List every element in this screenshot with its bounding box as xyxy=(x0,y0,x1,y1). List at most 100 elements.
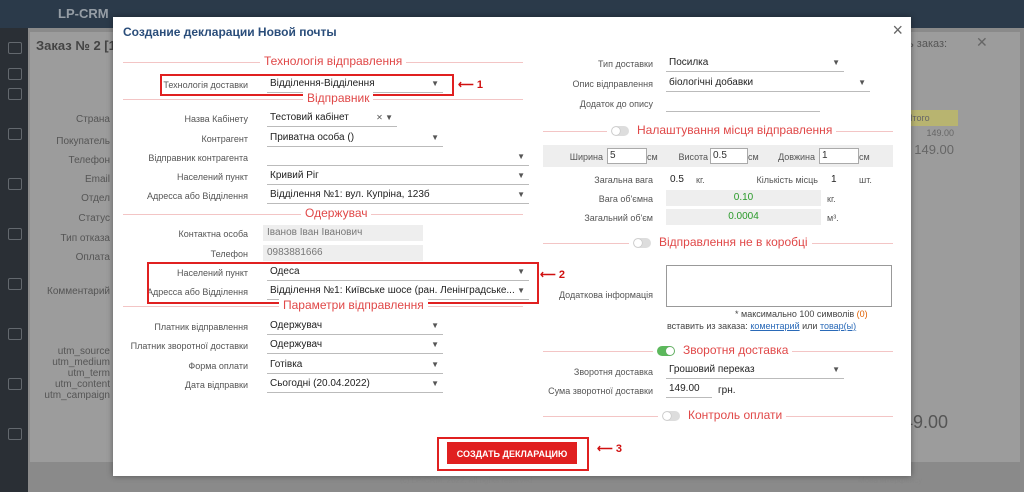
insert-goods-link[interactable]: товар(ы) xyxy=(820,321,856,331)
menu-icon[interactable] xyxy=(8,378,22,390)
bg-label: utm_campaign xyxy=(44,390,110,401)
pay-form-label: Форма оплати xyxy=(188,361,248,371)
max-note: * максимально 100 символів (0) xyxy=(735,309,868,319)
sender-city-select[interactable]: Кривий Ріг ▼ xyxy=(267,169,529,185)
cod-sum-label: Сума зворотної доставки xyxy=(548,386,653,396)
close-icon[interactable]: × xyxy=(892,20,903,41)
arrow-annotation-3: ⟵ 3 xyxy=(597,443,622,455)
sender-branch-label: Адресса або Відділення xyxy=(146,191,248,201)
pay-form-select[interactable]: Готівка ▼ xyxy=(267,358,443,374)
cabinet-select[interactable]: Тестовий кабінет ✕ ▼ xyxy=(267,111,397,127)
section-title-recipient: Одержувач xyxy=(301,206,372,220)
type-select[interactable]: Посилка ▼ xyxy=(666,56,844,72)
info-label: Додаткова інформація xyxy=(558,290,653,300)
return-payer-select[interactable]: Одержувач ▼ xyxy=(267,338,443,354)
app-sidebar xyxy=(0,28,28,492)
bg-label: Страна xyxy=(75,114,110,125)
modal-header: Создание декларации Новой почты × xyxy=(113,17,911,47)
length-label: Довжина xyxy=(778,152,815,162)
create-declaration-button[interactable]: СОЗДАТЬ ДЕКЛАРАЦИЮ xyxy=(447,442,577,464)
chevron-down-icon: ▼ xyxy=(858,78,866,87)
length-input[interactable]: 1 xyxy=(819,148,859,164)
language-switch[interactable]: Мова інтерфейсу xyxy=(858,476,922,485)
contact-field: Іванов Іван Іванович xyxy=(263,225,423,241)
phone-label: Телефон xyxy=(210,249,248,259)
menu-icon[interactable] xyxy=(8,68,22,80)
section-title-params: Параметри відправлення xyxy=(279,298,428,312)
bg-label: Комментарий xyxy=(47,286,110,297)
payer-select[interactable]: Одержувач ▼ xyxy=(267,319,443,335)
insert-comment-link[interactable]: коментарий xyxy=(750,321,799,331)
menu-icon[interactable] xyxy=(8,42,22,54)
np-declaration-modal: Создание декларации Новой почты × Технол… xyxy=(113,17,911,476)
not-box-toggle[interactable] xyxy=(633,237,651,248)
weight-label: Загальна вага xyxy=(594,175,653,185)
return-payer-label: Платник зворотної доставки xyxy=(130,341,248,351)
menu-icon[interactable] xyxy=(8,88,22,100)
section-title-tech: Технологія відправлення xyxy=(260,54,407,68)
menu-icon[interactable] xyxy=(8,178,22,190)
desc-label: Опис відправлення xyxy=(572,79,653,89)
chevron-down-icon: ▼ xyxy=(832,365,840,374)
cod-type-label: Зворотня доставка xyxy=(573,367,653,377)
chevron-down-icon: ▼ xyxy=(431,360,439,369)
sender-city-label: Населений пункт xyxy=(177,172,248,182)
places-unit: шт. xyxy=(859,175,872,185)
bg-label: utm_medium xyxy=(52,357,110,368)
extra-input[interactable] xyxy=(666,96,820,112)
app-logo: LP-CRM xyxy=(58,6,109,21)
chevron-down-icon: ▼ xyxy=(431,340,439,349)
menu-icon[interactable] xyxy=(8,128,22,140)
volweight-unit: кг. xyxy=(827,194,836,204)
payer-label: Платник відправлення xyxy=(154,322,248,332)
bg-label: Телефон xyxy=(68,155,110,166)
sender-contact-label: Відправник контрагента xyxy=(148,153,248,163)
menu-icon[interactable] xyxy=(8,428,22,440)
place-toggle[interactable] xyxy=(611,125,629,136)
cod-toggle[interactable] xyxy=(657,345,675,356)
chevron-down-icon: ▼ xyxy=(431,321,439,330)
date-label: Дата відправки xyxy=(184,380,248,390)
cod-sum-unit: грн. xyxy=(718,385,736,396)
bg-label: utm_content xyxy=(54,379,110,390)
cod-sum-input[interactable]: 149.00 xyxy=(666,382,712,398)
control-toggle[interactable] xyxy=(662,410,680,421)
menu-icon[interactable] xyxy=(8,278,22,290)
type-label: Тип доставки xyxy=(597,59,653,69)
section-title-cod: Зворотня доставка xyxy=(653,343,793,357)
section-title-sender: Відправник xyxy=(303,91,374,105)
places-value[interactable]: 1 xyxy=(831,174,837,185)
bg-label: Email xyxy=(84,174,110,185)
menu-icon[interactable] xyxy=(8,328,22,340)
section-title-not-box: Відправлення не в коробці xyxy=(629,235,812,249)
chevron-down-icon: ▼ xyxy=(832,58,840,67)
arrow-annotation-2: ⟵ 2 xyxy=(540,269,565,281)
phone-field: 0983881666 xyxy=(263,245,423,261)
length-unit: см xyxy=(859,152,870,162)
extra-label: Додаток до опису xyxy=(579,99,653,109)
modal-title: Создание декларации Новой почты xyxy=(123,25,337,39)
footer: (c) LP-CRM. 2022. All rights reserved xyxy=(400,476,533,485)
section-title-place: Налаштування місця відправлення xyxy=(607,123,837,137)
cod-type-select[interactable]: Грошовий переказ ▼ xyxy=(666,363,844,379)
sender-branch-select[interactable]: Відділення №1: вул. Купріна, 123б ▼ xyxy=(267,188,529,204)
bg-label: Отдел xyxy=(81,193,110,204)
contractor-label: Контрагент xyxy=(201,134,248,144)
volweight-label: Вага об'ємна xyxy=(598,194,653,204)
bg-label: Оплата xyxy=(75,252,110,263)
order-close-icon[interactable]: ✕ xyxy=(976,34,988,51)
contractor-select[interactable]: Приватна особа () ▼ xyxy=(267,131,443,147)
cabinet-label: Назва Кабінету xyxy=(184,114,248,124)
order-right-header: ь заказ: xyxy=(908,38,948,50)
menu-icon[interactable] xyxy=(8,228,22,240)
bg-label: Статус xyxy=(78,213,110,224)
volume-unit: м³. xyxy=(827,213,839,223)
info-textarea[interactable] xyxy=(666,265,892,307)
bg-label: Покупатель xyxy=(56,136,110,147)
clear-and-chevron-icon: ✕ ▼ xyxy=(376,113,393,122)
desc-select[interactable]: біологічні добавки ▼ xyxy=(666,76,870,92)
chevron-down-icon: ▼ xyxy=(431,133,439,142)
date-select[interactable]: Сьогодні (20.04.2022) ▼ xyxy=(267,377,443,393)
bg-label: utm_term xyxy=(67,368,110,379)
weight-value[interactable]: 0.5 xyxy=(670,174,684,185)
